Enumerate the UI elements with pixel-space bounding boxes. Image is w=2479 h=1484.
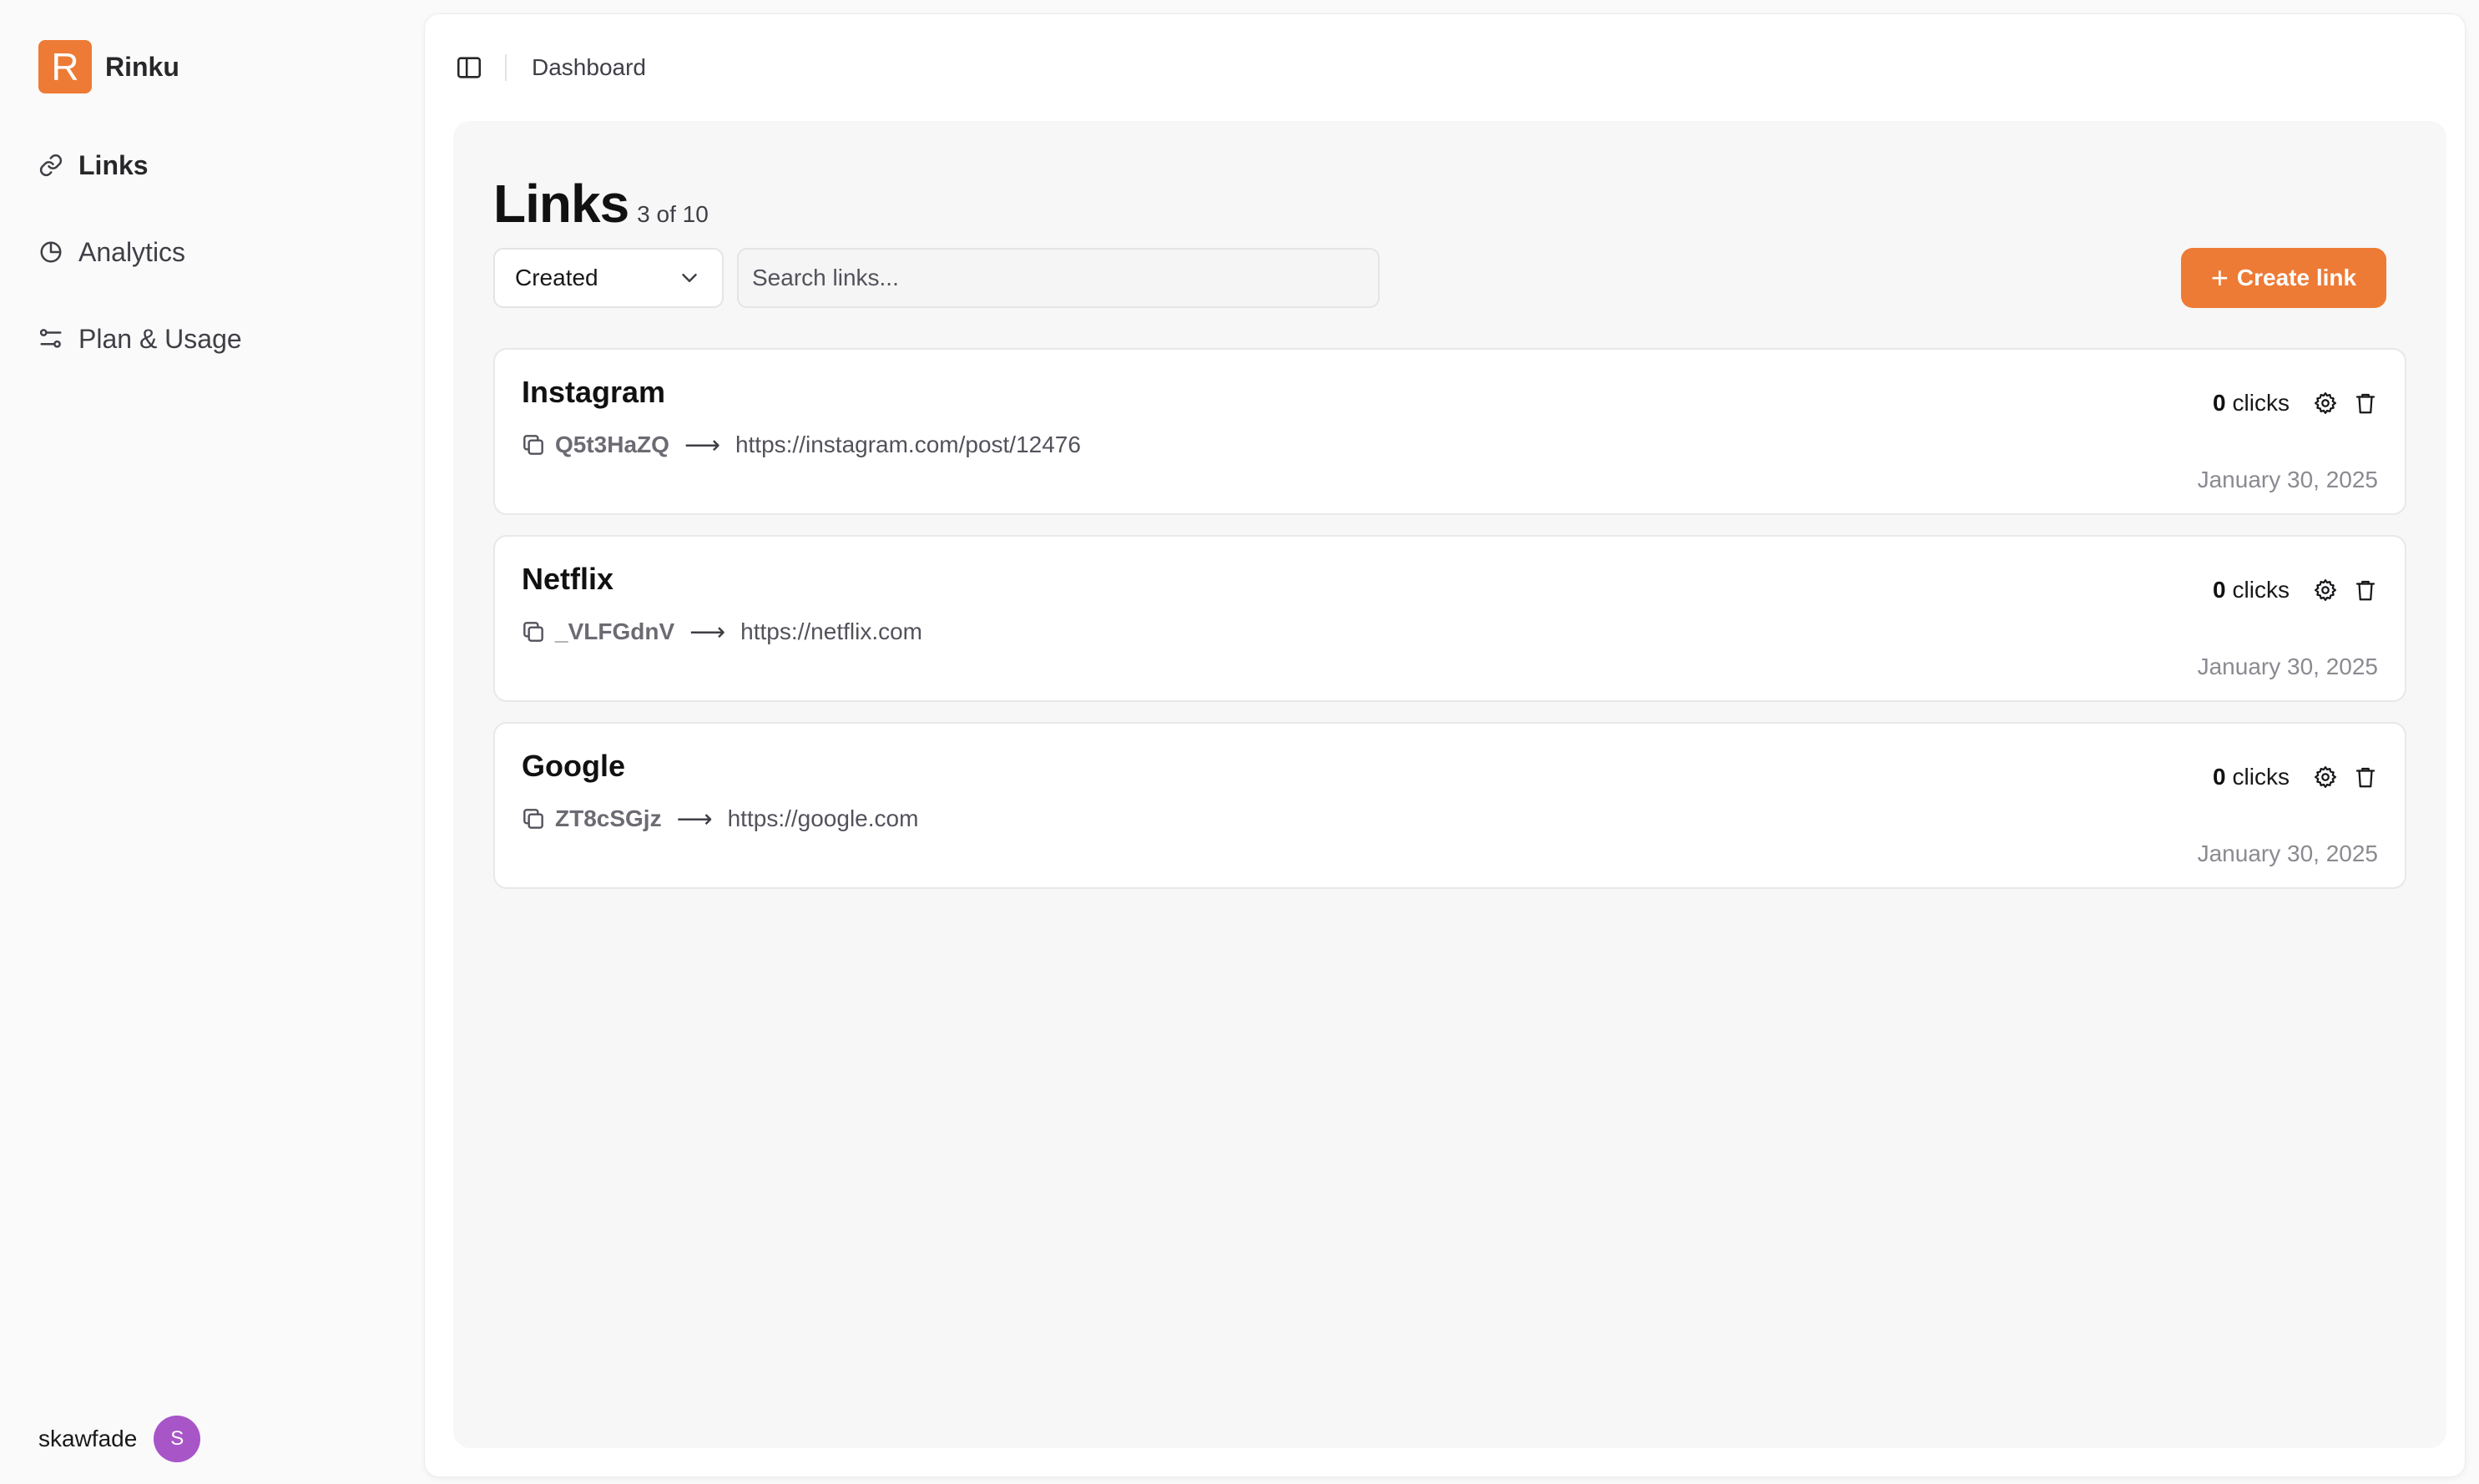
search-input[interactable] — [737, 248, 1380, 308]
gear-icon — [2315, 766, 2336, 788]
user-menu[interactable]: skawfade S — [38, 1416, 201, 1462]
sidebar-item-label: Links — [78, 149, 149, 180]
topbar-divider — [505, 54, 507, 81]
brand-logo: R — [38, 40, 92, 93]
brand-name: Rinku — [105, 51, 179, 82]
sidebar-item-analytics[interactable]: Analytics — [38, 227, 242, 277]
link-destination[interactable]: https://instagram.com/post/12476 — [735, 432, 1081, 458]
plus-icon: + — [2210, 260, 2229, 295]
sidebar: R Rinku Links Analytics Plan & Usage ska… — [0, 0, 424, 1484]
sidebar-item-plan-usage[interactable]: Plan & Usage — [38, 314, 242, 364]
sort-select[interactable]: Created — [493, 248, 724, 308]
chevron-down-icon — [682, 274, 697, 282]
click-count: 0 — [2212, 390, 2226, 416]
link-slug[interactable]: Q5t3HaZQ — [555, 432, 669, 458]
sliders-icon — [39, 329, 62, 348]
link-actions: 0 clicks — [2213, 760, 2380, 794]
sidebar-item-label: Analytics — [78, 236, 186, 267]
arrow-right-icon: ⟶ — [689, 618, 726, 646]
delete-button[interactable] — [2351, 389, 2380, 417]
copy-icon[interactable] — [520, 618, 547, 645]
settings-button[interactable] — [2311, 763, 2340, 791]
link-title: Google — [522, 749, 625, 783]
link-slug[interactable]: _VLFGdnV — [555, 618, 674, 645]
arrow-right-icon: ⟶ — [684, 431, 720, 459]
gear-icon — [2315, 579, 2336, 601]
copy-icon[interactable] — [520, 432, 547, 458]
main-panel: Dashboard Links 3 of 10 Created + Create… — [424, 13, 2466, 1477]
create-link-label: Create link — [2236, 265, 2357, 290]
link-date: January 30, 2025 — [2197, 467, 2378, 492]
links-content: Links 3 of 10 Created + Create link Inst… — [453, 121, 2446, 1448]
sidebar-toggle-button[interactable] — [455, 53, 483, 82]
pie-chart-icon — [40, 241, 62, 263]
settings-button[interactable] — [2311, 576, 2340, 604]
settings-button[interactable] — [2311, 389, 2340, 417]
link-actions: 0 clicks — [2213, 386, 2380, 420]
link-destination[interactable]: https://netflix.com — [740, 618, 922, 645]
delete-button[interactable] — [2351, 763, 2380, 791]
click-count-label: clicks — [2232, 577, 2290, 603]
topbar: Dashboard — [455, 51, 646, 84]
link-date: January 30, 2025 — [2197, 654, 2378, 679]
trash-icon — [2355, 767, 2375, 788]
link-actions: 0 clicks — [2213, 573, 2380, 607]
link-row: Q5t3HaZQ ⟶ https://instagram.com/post/12… — [520, 428, 1081, 462]
link-row: ZT8cSGjz ⟶ https://google.com — [520, 802, 918, 835]
link-slug[interactable]: ZT8cSGjz — [555, 805, 662, 832]
links-count: 3 of 10 — [637, 201, 709, 227]
avatar: S — [154, 1416, 201, 1462]
trash-icon — [2355, 393, 2375, 414]
link-title: Instagram — [522, 375, 666, 409]
sidebar-item-label: Plan & Usage — [78, 323, 242, 354]
link-icon — [39, 154, 63, 177]
sort-select-value: Created — [515, 265, 598, 290]
link-destination[interactable]: https://google.com — [728, 805, 919, 832]
trash-icon — [2355, 580, 2375, 601]
page-heading: Links 3 of 10 — [493, 173, 709, 235]
link-card[interactable]: Netflix _VLFGdnV ⟶ https://netflix.com 0… — [493, 535, 2406, 702]
create-link-button[interactable]: + Create link — [2181, 248, 2386, 308]
link-card[interactable]: Instagram Q5t3HaZQ ⟶ https://instagram.c… — [493, 348, 2406, 515]
sidebar-toggle-icon — [457, 57, 482, 78]
click-count-label: clicks — [2232, 390, 2290, 416]
copy-icon[interactable] — [520, 805, 547, 832]
click-count-label: clicks — [2232, 764, 2290, 790]
user-name: skawfade — [38, 1426, 138, 1451]
gear-icon — [2315, 392, 2336, 414]
breadcrumb[interactable]: Dashboard — [532, 54, 646, 81]
sidebar-item-links[interactable]: Links — [38, 140, 242, 190]
link-date: January 30, 2025 — [2197, 840, 2378, 866]
click-count: 0 — [2212, 577, 2226, 603]
page-title: Links — [493, 174, 629, 234]
arrow-right-icon: ⟶ — [676, 805, 713, 833]
link-card[interactable]: Google ZT8cSGjz ⟶ https://google.com 0 c… — [493, 722, 2406, 889]
sidebar-nav: Links Analytics Plan & Usage — [38, 140, 242, 401]
link-title: Netflix — [522, 562, 614, 596]
click-count: 0 — [2212, 764, 2226, 790]
link-row: _VLFGdnV ⟶ https://netflix.com — [520, 615, 922, 649]
delete-button[interactable] — [2351, 576, 2380, 604]
brand[interactable]: R Rinku — [38, 40, 179, 93]
